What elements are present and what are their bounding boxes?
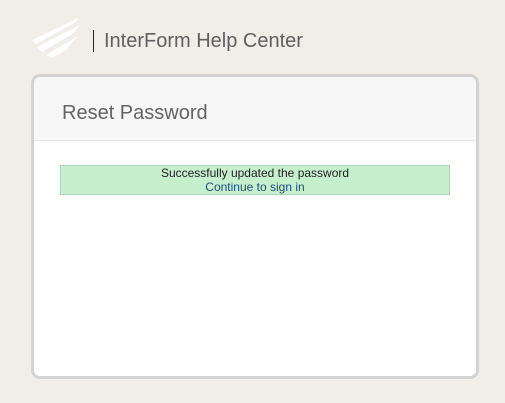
header-divider — [93, 30, 94, 52]
interform-logo-icon[interactable] — [28, 14, 84, 58]
card-header: Reset Password — [34, 77, 476, 141]
card-title: Reset Password — [62, 102, 208, 124]
brand-title[interactable]: InterForm Help Center — [104, 29, 303, 53]
reset-password-card: Reset Password Successfully updated the … — [31, 74, 479, 379]
site-header: InterForm Help Center — [0, 0, 505, 72]
success-alert: Successfully updated the password Contin… — [60, 165, 450, 195]
success-message: Successfully updated the password — [160, 166, 350, 180]
continue-to-sign-in-link[interactable]: Continue to sign in — [205, 180, 304, 194]
